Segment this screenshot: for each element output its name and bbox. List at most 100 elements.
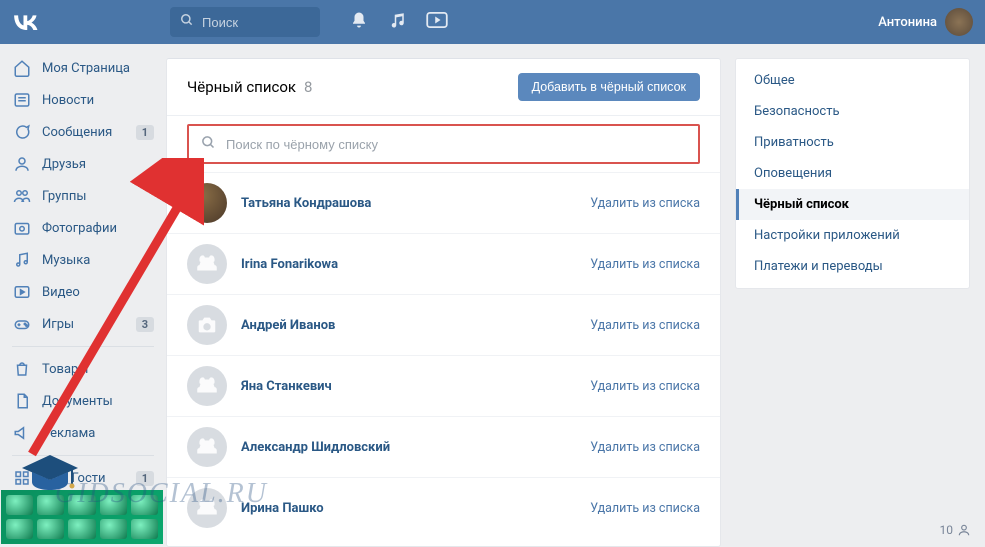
sidebar-item-news[interactable]: Новости bbox=[0, 84, 166, 116]
sidebar-item-label: Мои Гости bbox=[42, 471, 106, 486]
game-banner[interactable] bbox=[1, 490, 163, 544]
ads-icon bbox=[12, 423, 32, 443]
sidebar-item-label: Видео bbox=[42, 285, 80, 300]
video-icon[interactable] bbox=[426, 12, 448, 32]
settings-item-apps[interactable]: Настройки приложений bbox=[736, 220, 969, 251]
user-avatar[interactable] bbox=[187, 427, 227, 467]
gem-icon bbox=[100, 495, 127, 515]
search-icon bbox=[180, 13, 194, 31]
page-title: Чёрный список bbox=[187, 78, 296, 96]
blacklist-search[interactable] bbox=[187, 124, 700, 164]
vk-logo[interactable] bbox=[12, 7, 40, 37]
gem-icon bbox=[37, 495, 64, 515]
blacklist-count: 8 bbox=[304, 78, 312, 96]
user-avatar[interactable] bbox=[187, 488, 227, 528]
sidebar-item-label: Группы bbox=[42, 189, 86, 204]
blacklist-user-name[interactable]: Татьяна Кондрашова bbox=[241, 196, 371, 211]
music-icon[interactable] bbox=[388, 11, 406, 33]
sidebar-item-friends[interactable]: Друзья bbox=[0, 148, 166, 180]
blacklist-row: Татьяна Кондрашова Удалить из списка bbox=[167, 172, 720, 233]
blacklist-row: Яна Станкевич Удалить из списка bbox=[167, 355, 720, 416]
settings-item-notifications[interactable]: Оповещения bbox=[736, 158, 969, 189]
home-icon bbox=[12, 58, 32, 78]
count-label: 10 bbox=[940, 523, 954, 537]
settings-item-privacy[interactable]: Приватность bbox=[736, 127, 969, 158]
sidebar-item-label: Фотографии bbox=[42, 221, 117, 236]
blacklist-user-name[interactable]: Александр Шидловский bbox=[241, 440, 390, 455]
blacklist-user-name[interactable]: Ирина Пашко bbox=[241, 501, 324, 516]
sidebar-item-ads[interactable]: Реклама bbox=[0, 417, 166, 449]
sidebar-item-label: Реклама bbox=[42, 426, 95, 441]
blacklist-user-name[interactable]: Андрей Иванов bbox=[241, 318, 335, 333]
guests-icon bbox=[12, 468, 32, 488]
remove-from-blacklist-link[interactable]: Удалить из списка bbox=[590, 257, 700, 272]
sidebar-item-groups[interactable]: Группы bbox=[0, 180, 166, 212]
games-icon bbox=[12, 314, 32, 334]
add-to-blacklist-button[interactable]: Добавить в чёрный список bbox=[518, 73, 700, 101]
sidebar-item-label: Моя Страница bbox=[42, 61, 130, 76]
settings-item-blacklist[interactable]: Чёрный список bbox=[736, 189, 969, 220]
sidebar-separator bbox=[12, 346, 154, 347]
sidebar-item-label: Друзья bbox=[42, 157, 86, 172]
sidebar-item-music[interactable]: Музыка bbox=[0, 244, 166, 276]
blacklist-row: Александр Шидловский Удалить из списка bbox=[167, 416, 720, 477]
panel-header: Чёрный список 8 Добавить в чёрный список bbox=[167, 59, 720, 116]
sidebar-item-market[interactable]: Товары bbox=[0, 353, 166, 385]
top-header: Антонина bbox=[0, 0, 985, 44]
user-avatar[interactable] bbox=[187, 305, 227, 345]
market-icon bbox=[12, 359, 32, 379]
remove-from-blacklist-link[interactable]: Удалить из списка bbox=[590, 196, 700, 211]
settings-menu: Общее Безопасность Приватность Оповещени… bbox=[735, 58, 970, 289]
user-menu[interactable]: Антонина bbox=[878, 8, 973, 36]
gem-icon bbox=[68, 519, 95, 539]
user-avatar[interactable] bbox=[187, 183, 227, 223]
remove-from-blacklist-link[interactable]: Удалить из списка bbox=[590, 440, 700, 455]
blacklist-row: Андрей Иванов Удалить из списка bbox=[167, 294, 720, 355]
sidebar-item-label: Документы bbox=[42, 394, 113, 409]
gem-icon bbox=[6, 495, 33, 515]
sidebar-badge: 3 bbox=[136, 317, 154, 332]
sidebar-item-docs[interactable]: Документы bbox=[0, 385, 166, 417]
blacklist-panel: Чёрный список 8 Добавить в чёрный список… bbox=[166, 58, 721, 547]
user-avatar bbox=[945, 8, 973, 36]
sidebar-item-games[interactable]: Игры 3 bbox=[0, 308, 166, 340]
gem-icon bbox=[6, 519, 33, 539]
user-name-label: Антонина bbox=[878, 15, 937, 30]
header-search-input[interactable] bbox=[202, 15, 310, 30]
search-icon bbox=[201, 135, 216, 154]
blacklist-user-name[interactable]: Яна Станкевич bbox=[241, 379, 332, 394]
sidebar-item-video[interactable]: Видео bbox=[0, 276, 166, 308]
blacklist-search-input[interactable] bbox=[226, 137, 686, 152]
video-nav-icon bbox=[12, 282, 32, 302]
remove-from-blacklist-link[interactable]: Удалить из списка bbox=[590, 318, 700, 333]
gem-icon bbox=[131, 495, 158, 515]
settings-item-payments[interactable]: Платежи и переводы bbox=[736, 251, 969, 282]
sidebar-item-messages[interactable]: Сообщения 1 bbox=[0, 116, 166, 148]
sidebar-item-label: Сообщения bbox=[42, 125, 112, 140]
photos-icon bbox=[12, 218, 32, 238]
online-friends-count[interactable]: 10 bbox=[940, 523, 972, 537]
groups-icon bbox=[12, 186, 32, 206]
gem-icon bbox=[131, 519, 158, 539]
user-avatar[interactable] bbox=[187, 366, 227, 406]
blacklist-user-name[interactable]: Irina Fonarikowa bbox=[241, 257, 338, 272]
settings-item-security[interactable]: Безопасность bbox=[736, 96, 969, 127]
blacklist-row: Ирина Пашко Удалить из списка bbox=[167, 477, 720, 538]
docs-icon bbox=[12, 391, 32, 411]
remove-from-blacklist-link[interactable]: Удалить из списка bbox=[590, 501, 700, 516]
sidebar-item-photos[interactable]: Фотографии bbox=[0, 212, 166, 244]
sidebar-item-label: Товары bbox=[42, 362, 88, 377]
header-search[interactable] bbox=[170, 7, 320, 37]
settings-item-general[interactable]: Общее bbox=[736, 65, 969, 96]
news-icon bbox=[12, 90, 32, 110]
music-nav-icon bbox=[12, 250, 32, 270]
sidebar-item-label: Музыка bbox=[42, 253, 90, 268]
remove-from-blacklist-link[interactable]: Удалить из списка bbox=[590, 379, 700, 394]
messages-icon bbox=[12, 122, 32, 142]
notifications-icon[interactable] bbox=[350, 11, 368, 33]
blacklist-row: Irina Fonarikowa Удалить из списка bbox=[167, 233, 720, 294]
sidebar-item-label: Новости bbox=[42, 93, 94, 108]
sidebar-item-my-page[interactable]: Моя Страница bbox=[0, 52, 166, 84]
gem-icon bbox=[37, 519, 64, 539]
user-avatar[interactable] bbox=[187, 244, 227, 284]
